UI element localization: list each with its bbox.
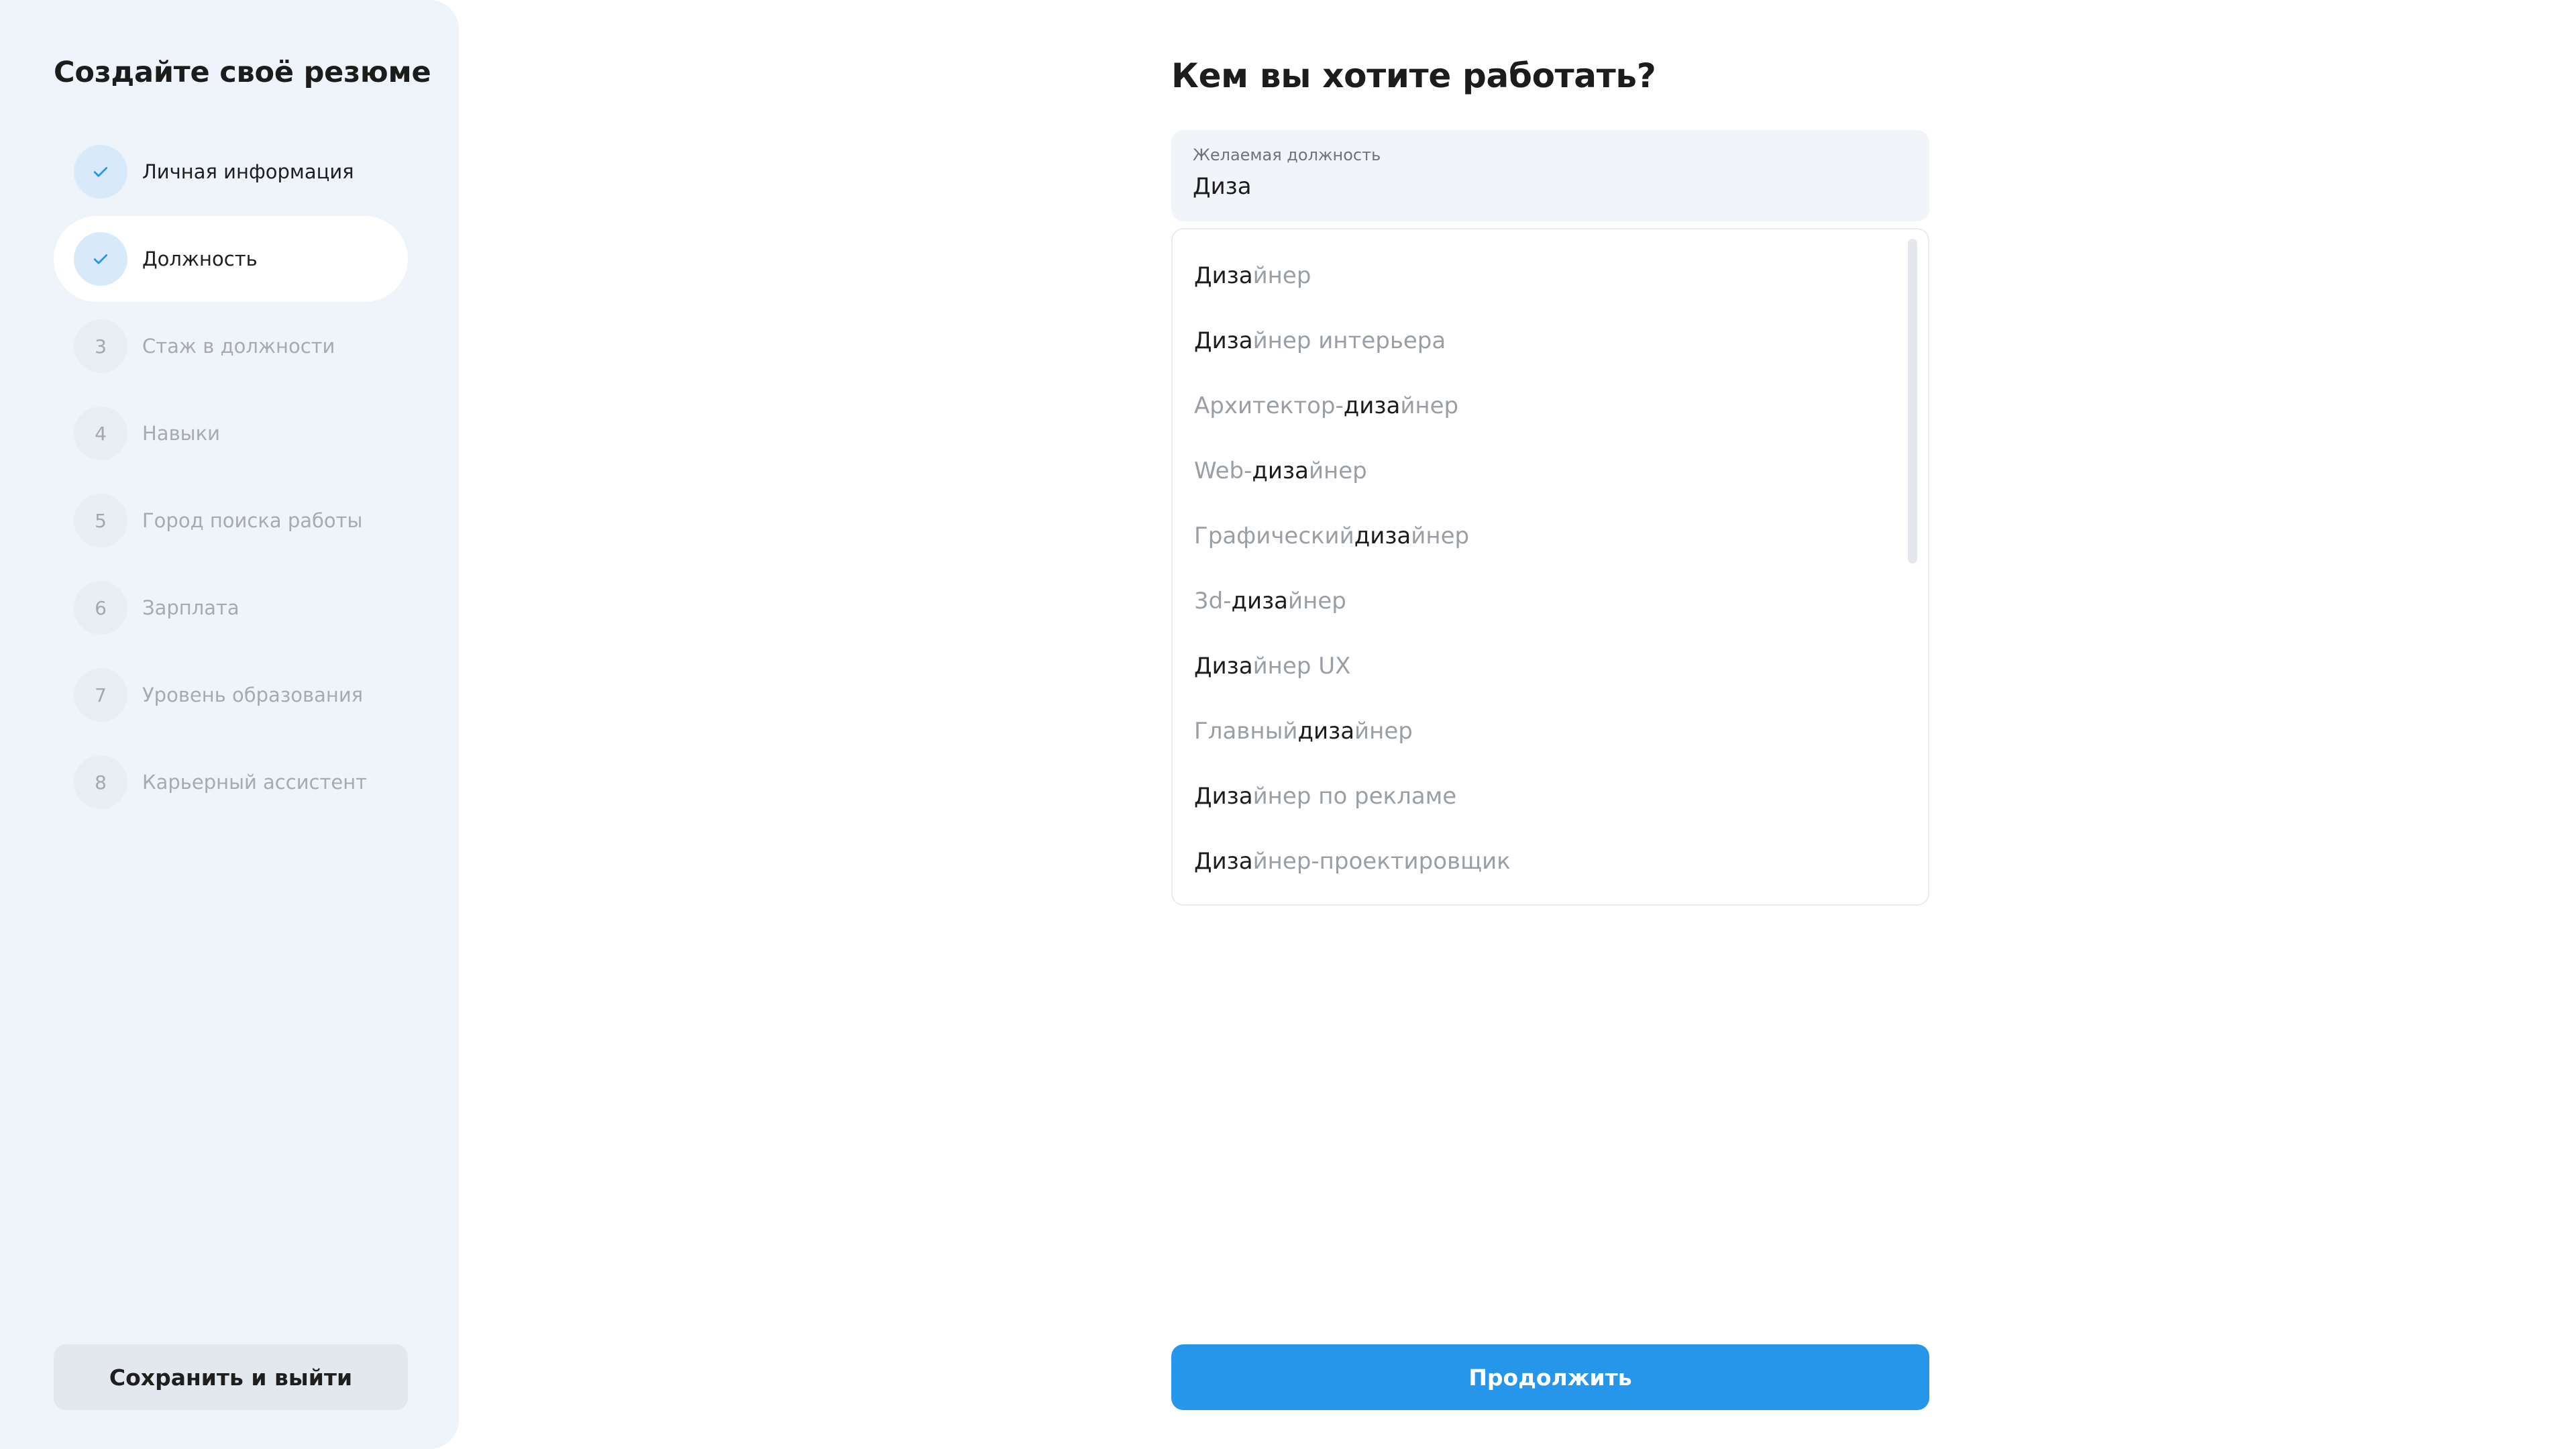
suggestion-item[interactable]: Диза йнер-проектировщик	[1173, 828, 1928, 894]
suggestion-item[interactable]: Диза йнер UX	[1173, 633, 1928, 698]
suggestion-item[interactable]: Диза йнер интерьера	[1173, 308, 1928, 373]
step-label: Уровень образования	[142, 684, 364, 706]
step-number: 7	[74, 668, 127, 722]
check-icon	[74, 145, 127, 199]
suggestions-list: Диза йнер Диза йнер интерьера Архитектор-диз…	[1173, 229, 1928, 894]
step-number: 8	[74, 755, 127, 809]
step-city[interactable]: 5 Город поиска работы	[54, 478, 408, 564]
suggestion-item[interactable]: Главный диза йнер	[1173, 698, 1928, 763]
step-label: Личная информация	[142, 160, 354, 183]
sidebar-title: Создайте своё резюме	[54, 56, 431, 89]
step-label: Зарплата	[142, 596, 239, 619]
save-and-exit-button[interactable]: Сохранить и выйти	[54, 1344, 408, 1410]
suggestion-item[interactable]: Диза йнер	[1173, 243, 1928, 308]
step-label: Навыки	[142, 422, 220, 445]
dropdown-scrollbar[interactable]	[1908, 239, 1917, 564]
step-number: 6	[74, 581, 127, 635]
sidebar: Создайте своё резюме Личная информация Д…	[0, 0, 459, 1449]
page-title: Кем вы хотите работать?	[1171, 56, 1656, 95]
field-label: Желаемая должность	[1193, 146, 1381, 164]
step-label: Город поиска работы	[142, 509, 363, 532]
suggestion-item[interactable]: Web-диза йнер	[1173, 438, 1928, 503]
suggestion-item[interactable]: 3d-диза йнер	[1173, 568, 1928, 633]
step-personal-info[interactable]: Личная информация	[54, 129, 408, 215]
step-career-assistant[interactable]: 8 Карьерный ассистент	[54, 739, 408, 825]
suggestion-item[interactable]: Диза йнер по рекламе	[1173, 763, 1928, 828]
suggestion-item[interactable]: Архитектор-диза йнер	[1173, 373, 1928, 438]
step-label: Стаж в должности	[142, 335, 335, 358]
step-salary[interactable]: 6 Зарплата	[54, 565, 408, 651]
step-list: Личная информация Должность 3 Стаж в дол…	[54, 129, 408, 825]
step-skills[interactable]: 4 Навыки	[54, 390, 408, 476]
step-label: Карьерный ассистент	[142, 771, 368, 794]
step-experience[interactable]: 3 Стаж в должности	[54, 303, 408, 389]
step-number: 5	[74, 494, 127, 547]
step-number: 4	[74, 407, 127, 460]
desired-position-field[interactable]: Желаемая должность	[1171, 130, 1929, 221]
desired-position-input[interactable]	[1193, 172, 1908, 201]
step-label: Должность	[142, 248, 258, 270]
continue-button[interactable]: Продолжить	[1171, 1344, 1929, 1410]
step-position[interactable]: Должность	[54, 216, 408, 302]
suggestions-dropdown: Диза йнер Диза йнер интерьера Архитектор-диз…	[1171, 228, 1929, 906]
resume-builder-page: Создайте своё резюме Личная информация Д…	[0, 0, 2576, 1449]
suggestion-item[interactable]: Графический диза йнер	[1173, 503, 1928, 568]
check-icon	[74, 232, 127, 286]
step-education[interactable]: 7 Уровень образования	[54, 652, 408, 738]
step-number: 3	[74, 319, 127, 373]
